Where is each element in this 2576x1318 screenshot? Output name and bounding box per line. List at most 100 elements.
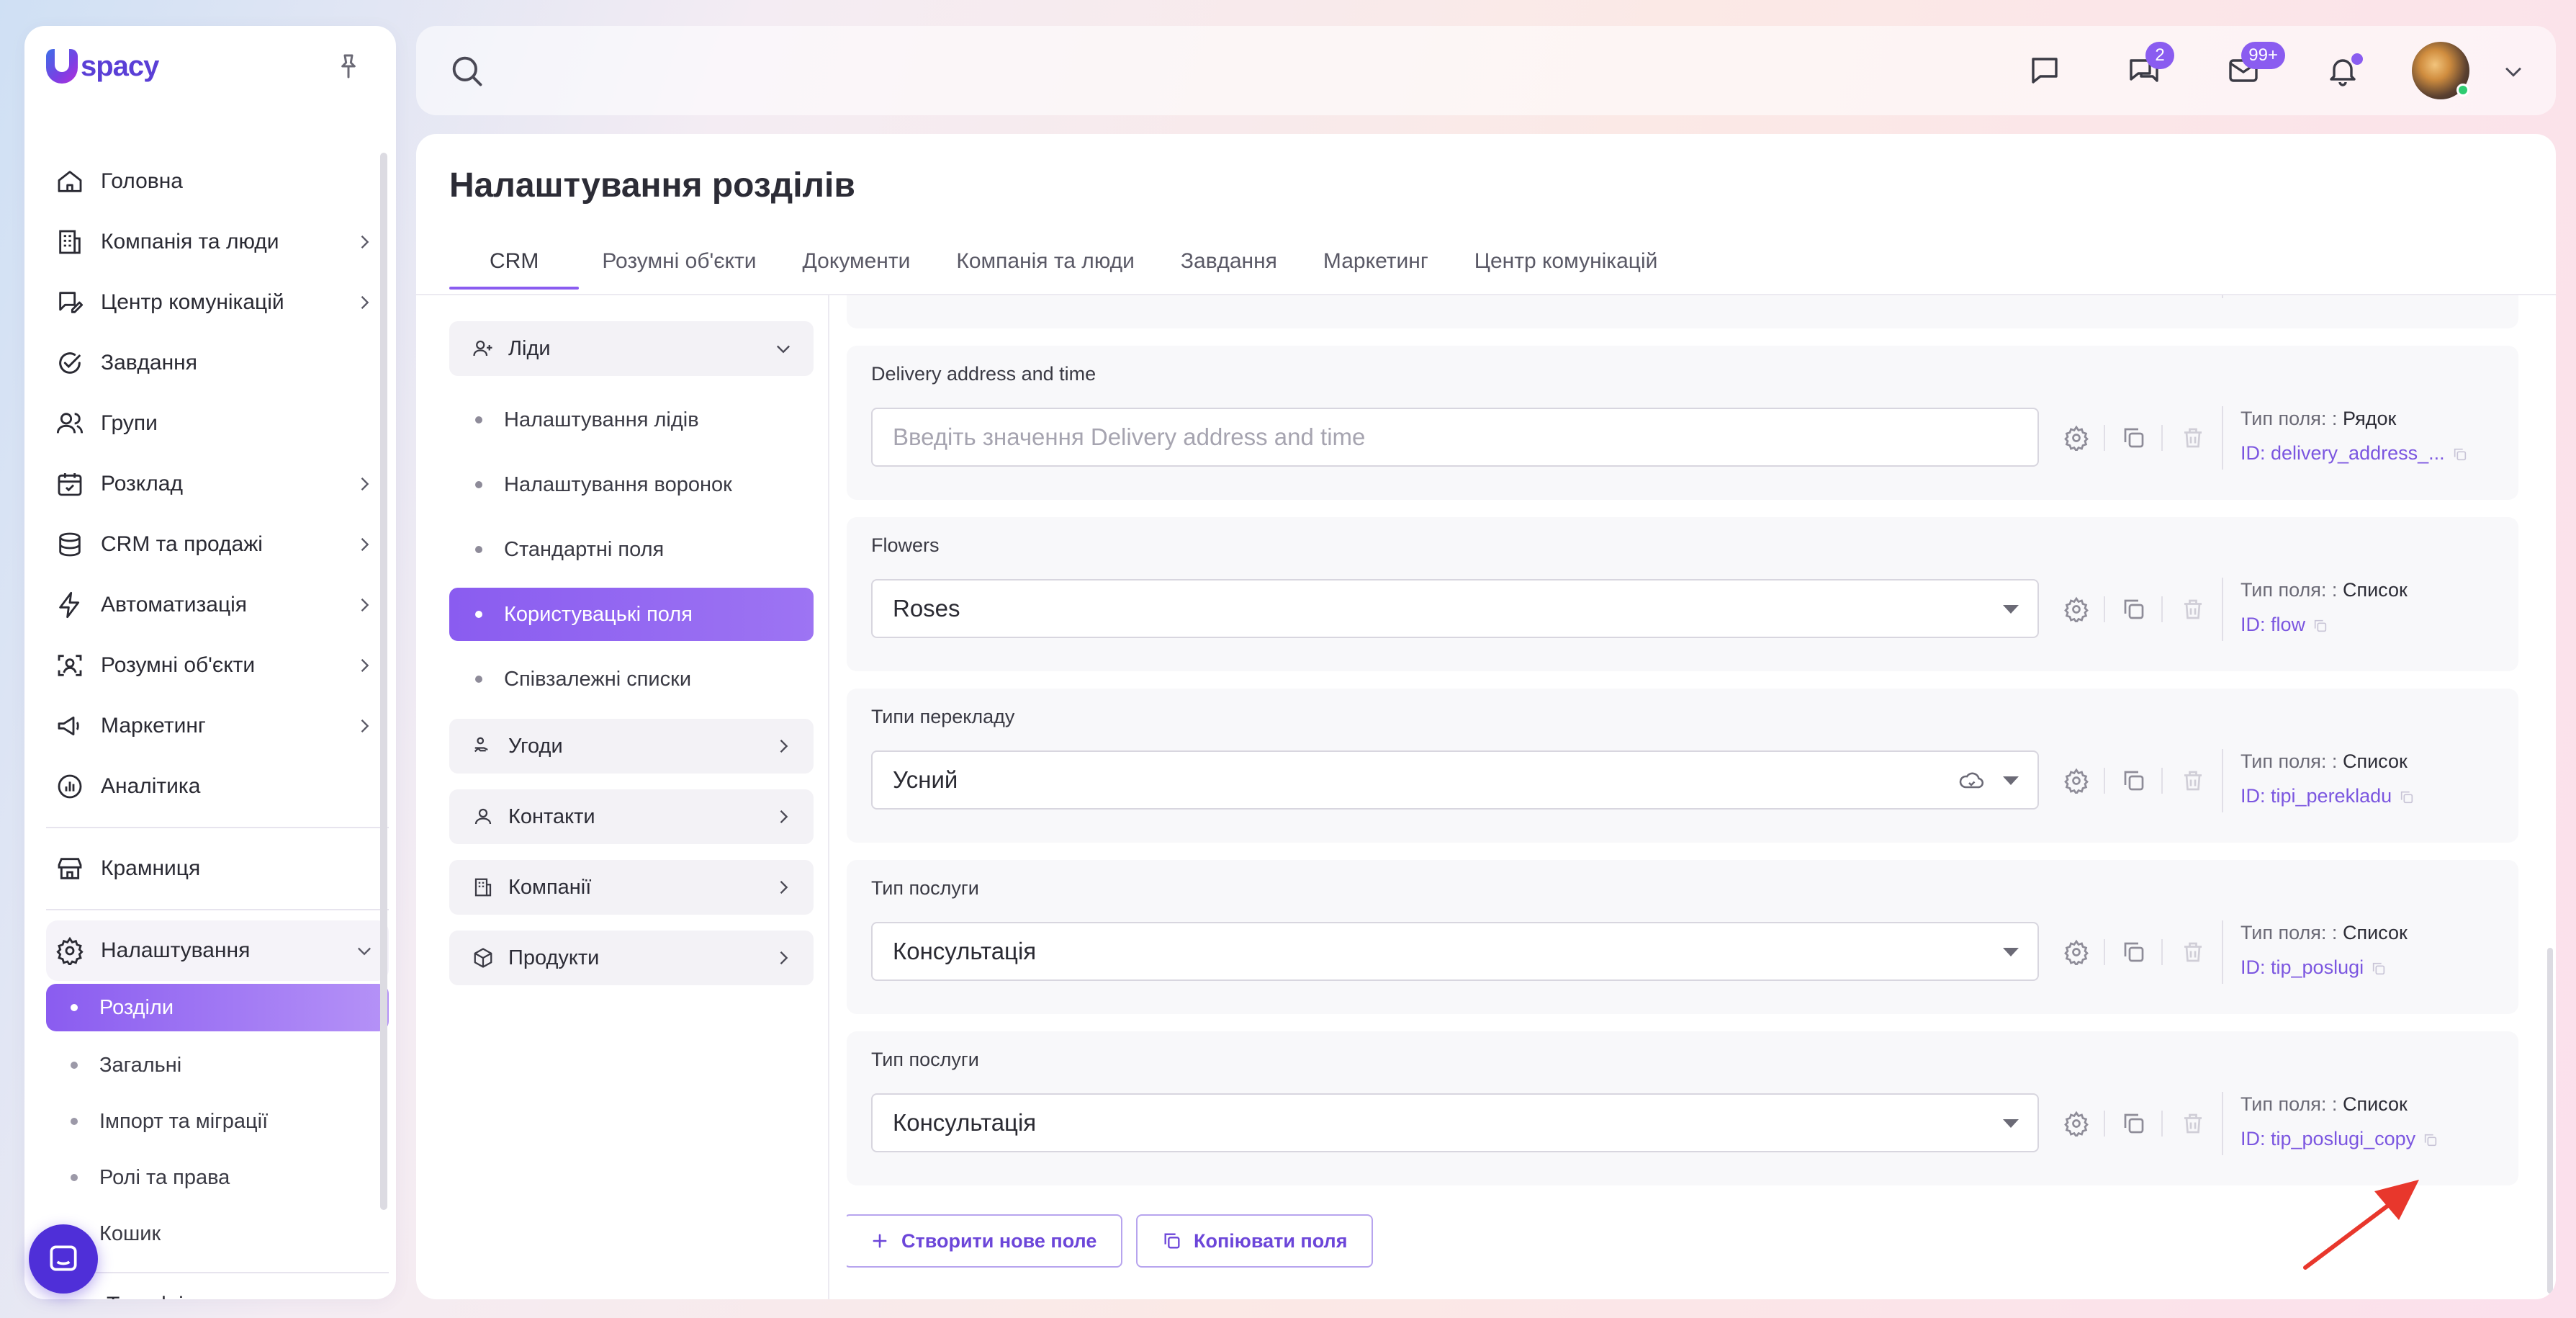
field-type-value: Рядок: [2342, 408, 2397, 429]
field-select[interactable]: Консультація: [871, 922, 2039, 981]
sidebar-sub-general[interactable]: Загальні: [46, 1037, 389, 1093]
copy-icon[interactable]: [2452, 447, 2468, 462]
tab-communications[interactable]: Центр комунікацій: [1451, 249, 1681, 290]
sidebar-item-analytics[interactable]: Аналітика: [46, 756, 389, 817]
building-icon: [474, 878, 492, 897]
sidebar-item-smart-objects[interactable]: Розумні об'єкти: [46, 635, 389, 696]
action-divider: [2161, 1111, 2163, 1137]
menu-leads-settings[interactable]: Налаштування лідів: [449, 393, 814, 447]
check-circle-icon: [53, 346, 86, 380]
field-type-value: Список: [2342, 922, 2408, 943]
gear-icon[interactable]: [2063, 425, 2089, 451]
duplicate-icon[interactable]: [2121, 596, 2147, 622]
menu-dependent-lists[interactable]: Співзалежні списки: [449, 653, 814, 706]
field-id-text: ID: tipi_perekladu: [2241, 785, 2392, 807]
sidebar-item-communications[interactable]: Центр комунікацій: [46, 272, 389, 333]
page-title: Налаштування розділів: [449, 166, 855, 205]
main-scrollbar[interactable]: [2547, 948, 2553, 1294]
gear-icon[interactable]: [2063, 596, 2089, 622]
copy-icon[interactable]: [2312, 618, 2328, 634]
button-label: Створити нове поле: [901, 1229, 1097, 1252]
sidebar-item-schedule[interactable]: Розклад: [46, 454, 389, 514]
field-select[interactable]: Консультація: [871, 1093, 2039, 1152]
pin-icon[interactable]: [334, 52, 363, 81]
group-companies[interactable]: Компанії: [449, 860, 814, 915]
sidebar-item-label: Розклад: [101, 472, 183, 496]
sidebar-sub-roles[interactable]: Ролі та права: [46, 1149, 389, 1206]
gear-icon[interactable]: [2063, 939, 2089, 965]
tab-crm[interactable]: CRM: [449, 249, 580, 290]
gear-icon[interactable]: [2063, 768, 2089, 794]
group-contacts[interactable]: Контакти: [449, 789, 814, 844]
duplicate-icon[interactable]: [2121, 768, 2147, 794]
sidebar-item-marketing[interactable]: Маркетинг: [46, 696, 389, 756]
sidebar-item-automation[interactable]: Автоматизація: [46, 575, 389, 635]
sidebar-item-label: Автоматизація: [101, 593, 248, 617]
tab-documents[interactable]: Документи: [780, 249, 934, 290]
avatar[interactable]: [2412, 42, 2469, 99]
sidebar-item-store[interactable]: Крамниця: [46, 838, 389, 899]
message-square-icon: [2032, 58, 2058, 84]
group-deals[interactable]: Угоди: [449, 719, 814, 774]
chevron-right-icon: [780, 810, 788, 823]
menu-funnel-settings[interactable]: Налаштування воронок: [449, 458, 814, 511]
support-chat-button[interactable]: [29, 1224, 98, 1294]
tab-tasks[interactable]: Завдання: [1158, 249, 1300, 290]
messages-button[interactable]: [2023, 49, 2066, 92]
menu-custom-fields[interactable]: Користувацькі поля: [449, 588, 814, 641]
sidebar-item-home[interactable]: Головна: [46, 151, 389, 212]
search-icon[interactable]: [448, 52, 485, 89]
group-products[interactable]: Продукти: [449, 931, 814, 985]
field-value: Консультація: [893, 938, 1037, 964]
logo[interactable]: spacy: [46, 49, 159, 84]
menu-standard-fields[interactable]: Стандартні поля: [449, 523, 814, 576]
duplicate-icon[interactable]: [2121, 425, 2147, 451]
copy-icon[interactable]: [2399, 789, 2415, 805]
group-leads[interactable]: Ліди: [449, 321, 814, 376]
create-field-button[interactable]: Створити нове поле: [847, 1214, 1123, 1268]
field-type: Тип поля: : Список: [2241, 922, 2408, 944]
field-label: Тип послуги: [871, 1049, 979, 1070]
field-label: Тип послуги: [871, 877, 979, 899]
mail-button[interactable]: 99+: [2222, 42, 2285, 92]
bullet-dot: [475, 676, 482, 683]
tab-company[interactable]: Компанія та люди: [933, 249, 1158, 290]
sidebar-item-company[interactable]: Компанія та люди: [46, 212, 389, 272]
field-select[interactable]: Усний: [871, 750, 2039, 810]
field-label: Типи перекладу: [871, 706, 1015, 727]
section-tabs: CRM Розумні об'єкти Документи Компанія т…: [449, 249, 1680, 290]
copy-icon[interactable]: [2423, 1132, 2438, 1148]
chevron-down-icon[interactable]: [2501, 59, 2526, 84]
sidebar-item-tariff[interactable]: Тариф і оплата: [46, 1283, 389, 1299]
group-label: Продукти: [508, 946, 600, 969]
sidebar-sub-import[interactable]: Імпорт та міграції: [46, 1093, 389, 1149]
field-id-text: ID: tip_poslugi_copy: [2241, 1128, 2416, 1149]
gear-icon[interactable]: [2063, 1111, 2089, 1137]
field-label: Delivery address and time: [871, 363, 1096, 385]
copy-icon[interactable]: [2371, 961, 2387, 977]
crm-settings-menu: Ліди Налаштування лідів Налаштування вор…: [416, 295, 829, 1299]
copy-fields-button[interactable]: Копіювати поля: [1136, 1214, 1374, 1268]
tab-marketing[interactable]: Маркетинг: [1300, 249, 1451, 290]
gear-icon: [53, 934, 86, 967]
sidebar-item-groups[interactable]: Групи: [46, 393, 389, 454]
sidebar-scrollbar[interactable]: [380, 153, 387, 1210]
dropdown-caret-icon: [2003, 1119, 2019, 1128]
notification-dot: [2351, 53, 2363, 65]
topbar: 2 99+: [416, 26, 2556, 115]
field-input[interactable]: Введіть значення Delivery address and ti…: [871, 408, 2039, 467]
field-id-text: ID: delivery_address_...: [2241, 442, 2445, 464]
chats-button[interactable]: 2: [2122, 42, 2174, 92]
duplicate-icon[interactable]: [2121, 939, 2147, 965]
duplicate-icon[interactable]: [2121, 1111, 2147, 1137]
field-select[interactable]: Roses: [871, 579, 2039, 638]
sidebar-item-tasks[interactable]: Завдання: [46, 333, 389, 393]
action-divider: [2161, 425, 2163, 451]
sidebar-item-settings[interactable]: Налаштування: [46, 920, 389, 981]
cloud-sync-icon[interactable]: [1957, 768, 1986, 794]
sidebar-sub-sections[interactable]: Розділи: [46, 984, 389, 1031]
notifications-button[interactable]: [2321, 49, 2364, 92]
online-status-dot: [2456, 84, 2469, 97]
sidebar-item-crm[interactable]: CRM та продажі: [46, 514, 389, 575]
tab-smart-objects[interactable]: Розумні об'єкти: [579, 249, 779, 290]
